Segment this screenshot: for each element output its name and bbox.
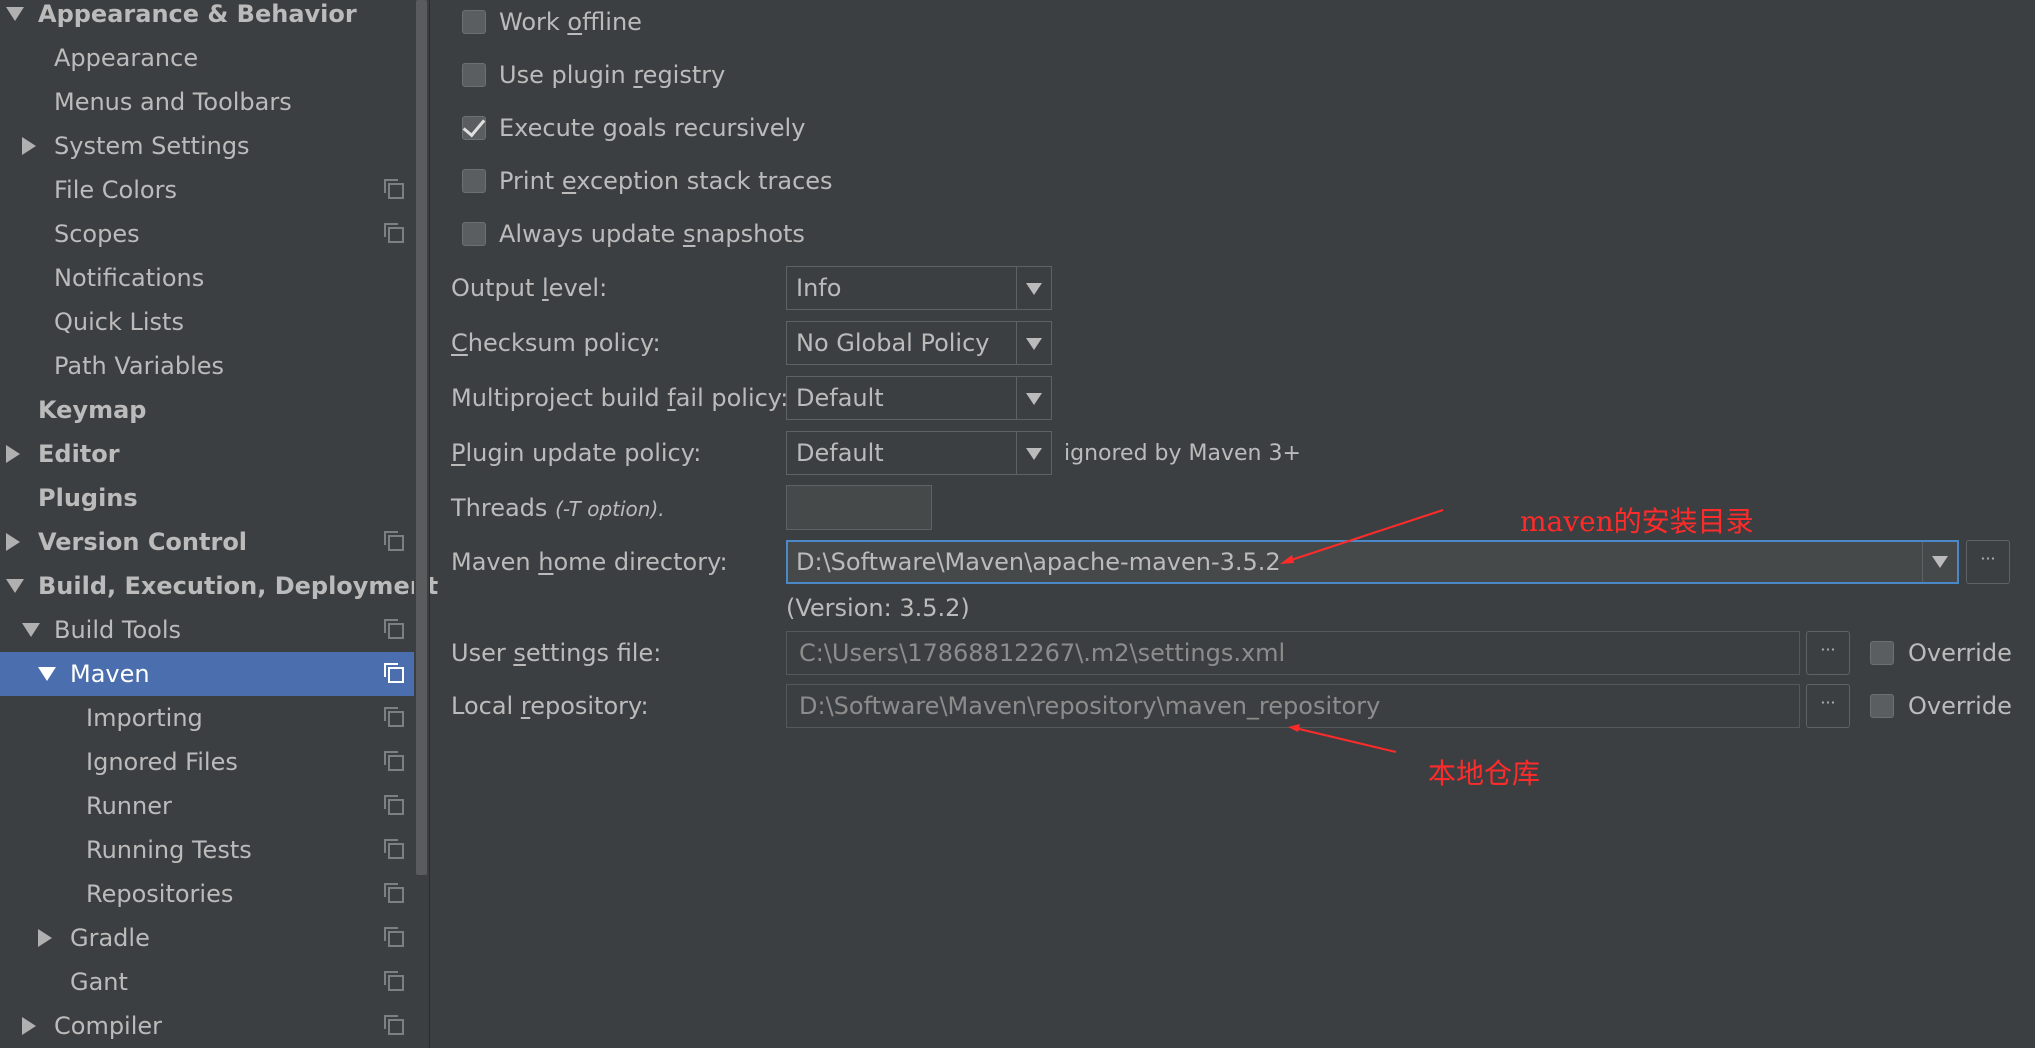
arrowhead-icon <box>1288 724 1300 732</box>
arrow-line-local-repo <box>1294 727 1397 753</box>
arrowhead-icon <box>1280 555 1294 564</box>
annotation-arrows <box>1280 509 1444 753</box>
settings-window: Appearance & Behavior Appearance Menus and… <box>0 0 2035 1048</box>
arrow-line-maven-home <box>1284 509 1444 563</box>
